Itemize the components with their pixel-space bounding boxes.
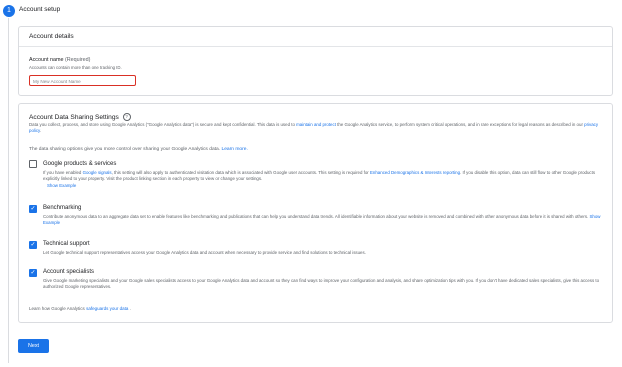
google-products-checkbox[interactable] (29, 160, 37, 168)
technical-support-checkbox[interactable]: ✓ (29, 241, 37, 249)
bm-desc: Contribute anonymous data to an aggregat… (43, 214, 589, 219)
gp-desc-1: If you have enabled (43, 170, 82, 175)
intro-text: The data sharing options give you more c… (29, 147, 221, 152)
google-signals-link[interactable]: Google signals (83, 170, 112, 175)
footer-text: Learn how Google Analytics (29, 306, 85, 311)
learn-more-link[interactable]: Learn more. (221, 147, 247, 152)
safeguards-link[interactable]: safeguards your data (86, 306, 128, 311)
account-details-title: Account details (29, 33, 74, 40)
footer-end: . (129, 306, 131, 311)
step-title: Account setup (19, 6, 61, 13)
benchmarking-checkbox[interactable]: ✓ (29, 205, 37, 213)
show-example-link[interactable]: Show Example (47, 183, 76, 188)
technical-support-title: Technical support (43, 241, 90, 247)
account-specialists-checkbox[interactable]: ✓ (29, 269, 37, 277)
required-marker: (Required) (64, 57, 91, 63)
data-sharing-card: Account Data Sharing Settings ? Data you… (18, 103, 613, 323)
step-connector-line (8, 18, 9, 363)
google-products-title: Google products & services (43, 161, 117, 167)
benchmarking-description: Contribute anonymous data to an aggregat… (43, 214, 608, 227)
account-name-input[interactable]: My New Account Name (29, 75, 136, 86)
account-details-card: Account details Account name (Required) … (18, 26, 613, 96)
next-button[interactable]: Next (18, 339, 49, 353)
desc-text-2: the Google Analytics service, to perform… (337, 122, 583, 127)
google-products-description: If you have enabled Google signals, this… (43, 170, 608, 189)
data-sharing-intro: The data sharing options give you more c… (29, 147, 248, 152)
desc-end: . (39, 128, 42, 133)
data-sharing-title: Account Data Sharing Settings ? (29, 113, 131, 121)
gp-desc-2: , this setting will also apply to authen… (111, 170, 369, 175)
help-icon[interactable]: ? (122, 113, 131, 121)
data-sharing-title-text: Account Data Sharing Settings (29, 113, 119, 121)
enhanced-demographics-link[interactable]: Enhanced Demographics & Interests report… (370, 170, 460, 175)
desc-text-1: Data you collect, process, and store usi… (29, 122, 295, 127)
maintain-protect-link[interactable]: maintain and protect (296, 122, 336, 127)
safeguards-footer: Learn how Google Analytics safeguards yo… (29, 306, 131, 311)
account-name-label-text: Account name (29, 57, 64, 63)
data-sharing-description: Data you collect, process, and store usi… (29, 122, 599, 134)
account-specialists-title: Account specialists (43, 269, 95, 275)
step-number-badge: 1 (3, 5, 15, 17)
account-name-hint: Accounts can contain more than one track… (29, 65, 122, 70)
account-specialists-description: Give Google marketing specialists and yo… (43, 278, 600, 290)
benchmarking-title: Benchmarking (43, 205, 82, 211)
technical-support-description: Let Google technical support representat… (43, 250, 366, 255)
account-name-label: Account name (Required) (29, 57, 90, 63)
account-details-header: Account details (19, 27, 612, 47)
